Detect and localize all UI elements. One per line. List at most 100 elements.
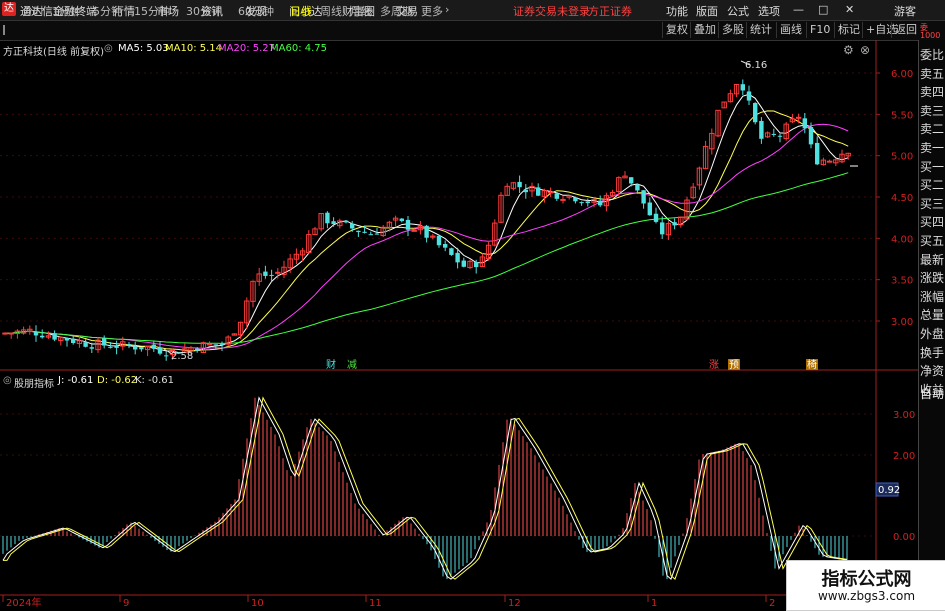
- period-tab-5[interactable]: 60分钟: [238, 3, 274, 19]
- period-tab-7[interactable]: 周线: [320, 3, 342, 19]
- date-axis-label: 9: [123, 598, 129, 609]
- date-axis-label: 1: [651, 598, 657, 609]
- candle-body: [343, 220, 349, 223]
- ma5-line: [5, 93, 849, 354]
- minimize-button[interactable]: —: [793, 3, 804, 16]
- panel-item-13[interactable]: 涨幅: [920, 288, 944, 305]
- panel-item-7[interactable]: 买二: [920, 176, 944, 193]
- event-mark-limit-up[interactable]: 涨: [709, 359, 719, 371]
- panel-item-5[interactable]: 卖一: [920, 139, 944, 156]
- date-axis-label: 2024年: [6, 596, 41, 609]
- watermark-title: 指标公式网: [821, 569, 912, 590]
- candle-body: [560, 198, 566, 201]
- toolbar-button-3[interactable]: 统计: [746, 22, 775, 38]
- panel-item-15[interactable]: 外盘: [920, 325, 944, 342]
- period-tab-0[interactable]: 分时: [22, 3, 44, 19]
- candle-body: [771, 133, 776, 135]
- user-label[interactable]: 游客: [894, 3, 916, 19]
- login-notice[interactable]: 证券交易未登录: [513, 3, 590, 19]
- candle-body: [554, 193, 559, 199]
- panel-item-17[interactable]: 净资: [920, 362, 944, 379]
- panel-item-12[interactable]: 涨跌: [920, 269, 944, 286]
- period-tab-3[interactable]: 15分钟: [134, 3, 170, 19]
- candle-body: [461, 260, 466, 267]
- menu-item-layout[interactable]: 版面: [696, 3, 718, 19]
- candle-body: [102, 338, 107, 346]
- broker-name[interactable]: 方正证券: [588, 3, 632, 19]
- candle-body: [269, 274, 274, 276]
- candle-body: [424, 225, 429, 238]
- indicator-d-line: [3, 396, 848, 580]
- panel-item-1[interactable]: 卖五: [920, 65, 944, 82]
- candle-body: [52, 333, 57, 340]
- price-axis-label: 3.00: [891, 317, 913, 328]
- panel-item-11[interactable]: 最新: [920, 251, 944, 268]
- chart-area[interactable]: 6.00 5.50 5.00 4.50 4.00 3.50 3.00 3.00 2.00 0.00…: [0, 40, 918, 609]
- candle-body: [635, 184, 640, 191]
- toolbar-button-5[interactable]: F10: [806, 22, 833, 38]
- panel-tab-icon[interactable]: 委 1000: [920, 24, 940, 40]
- menu-item-formula[interactable]: 公式: [727, 3, 749, 19]
- app-logo-icon: 达: [2, 2, 16, 16]
- menu-item-options[interactable]: 选项: [758, 3, 780, 19]
- candle-body: [2, 332, 8, 335]
- panel-item-3[interactable]: 卖三: [920, 102, 944, 119]
- candle-body: [598, 200, 603, 206]
- candle-body: [647, 202, 652, 216]
- panel-item-0[interactable]: 委比: [920, 46, 944, 63]
- candle-body: [399, 218, 404, 222]
- event-mark-forecast[interactable]: 预: [729, 359, 739, 371]
- toolbar-button-8[interactable]: 返回: [891, 22, 920, 38]
- event-mark-finance[interactable]: 财: [326, 358, 336, 371]
- candle-body: [672, 222, 677, 226]
- panel-item-9[interactable]: 买四: [920, 213, 944, 230]
- maximize-button[interactable]: □: [818, 3, 828, 16]
- candle-body: [795, 116, 802, 119]
- candle-body: [275, 271, 281, 274]
- period-tab-1[interactable]: 1分钟: [52, 3, 81, 19]
- candle-body: [740, 84, 745, 91]
- panel-item-6[interactable]: 买一: [920, 158, 944, 175]
- panel-item-16[interactable]: 换手: [920, 344, 944, 361]
- event-mark-other[interactable]: 椅: [807, 358, 817, 371]
- candle-body: [579, 202, 584, 204]
- toolbar-button-2[interactable]: 多股: [718, 22, 747, 38]
- candle-body: [536, 187, 541, 196]
- toolbar-button-4[interactable]: 画线: [776, 22, 805, 38]
- candle-body: [753, 102, 758, 123]
- panel-item-19[interactable]: 自动: [920, 385, 944, 402]
- candle-body: [802, 118, 807, 129]
- candle-body: [139, 347, 144, 350]
- panel-item-4[interactable]: 卖二: [920, 120, 944, 137]
- candle-body: [411, 229, 417, 232]
- panel-item-8[interactable]: 买三: [920, 195, 944, 212]
- period-tab-2[interactable]: 5分钟: [93, 3, 122, 19]
- side-toggle-icon[interactable]: [3, 25, 11, 35]
- period-tab-10[interactable]: 更多: [421, 3, 443, 19]
- price-axis-label: 4.50: [891, 193, 913, 204]
- toolbar-button-1[interactable]: 叠加: [690, 22, 719, 38]
- indicator-current-value: 0.92: [878, 485, 900, 496]
- panel-item-14[interactable]: 总量: [920, 306, 944, 323]
- period-tab-9[interactable]: 多周期: [380, 3, 413, 19]
- candle-body: [777, 135, 783, 137]
- toolbar-button-6[interactable]: 标记: [834, 22, 863, 38]
- candle-body: [64, 337, 70, 341]
- period-tab-4[interactable]: 30分钟: [186, 3, 222, 19]
- panel-item-10[interactable]: 买五: [920, 232, 944, 249]
- close-icon[interactable]: ✕: [845, 3, 854, 16]
- toolbar-button-0[interactable]: 复权: [662, 22, 691, 38]
- date-axis-label: 11: [369, 598, 382, 609]
- menu-item-function[interactable]: 功能: [666, 3, 688, 19]
- low-price-label: 2.58: [171, 351, 193, 362]
- more-chevron-icon[interactable]: ›: [445, 3, 449, 16]
- candle-body: [826, 160, 833, 163]
- event-mark-reduce[interactable]: 减: [347, 359, 357, 371]
- period-tab-6[interactable]: 日线: [290, 3, 312, 19]
- candle-body: [356, 230, 361, 233]
- panel-item-2[interactable]: 卖四: [920, 83, 944, 100]
- period-tab-8[interactable]: 月线: [350, 3, 372, 19]
- candle-body: [83, 342, 88, 347]
- candle-body: [629, 177, 634, 184]
- watermark: 指标公式网 www.zbgs3.com: [786, 560, 945, 611]
